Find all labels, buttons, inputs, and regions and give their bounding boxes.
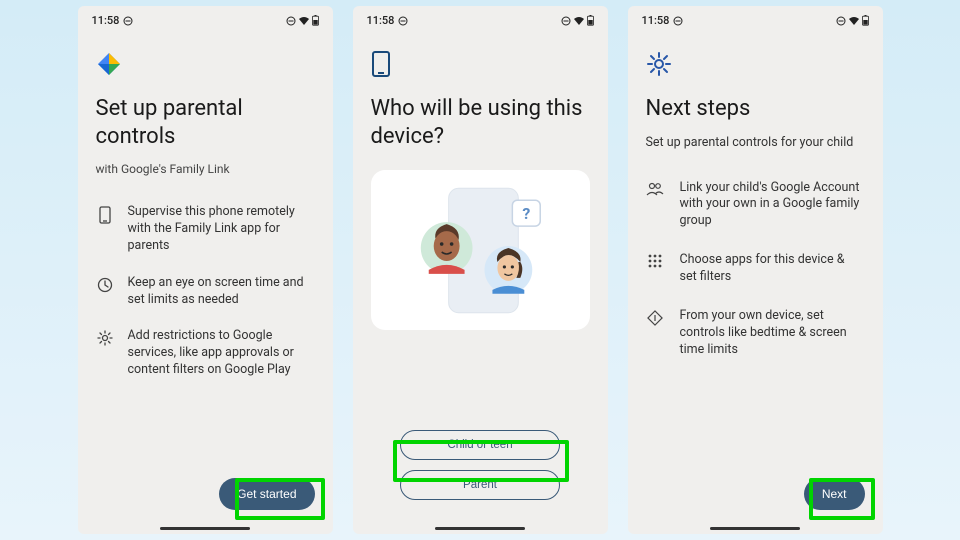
page-title: Set up parental controls xyxy=(96,95,315,150)
page-title: Who will be using this device? xyxy=(371,95,590,150)
step-row-link-account: Link your child's Google Account with yo… xyxy=(646,180,865,231)
page-title: Next steps xyxy=(646,95,865,123)
page-subtitle: with Google's Family Link xyxy=(96,162,315,176)
feature-text: Add restrictions to Google services, lik… xyxy=(128,328,315,379)
phone-screen-1: 11:58 Set up parental controls with Goog… xyxy=(78,6,333,534)
minus-icon xyxy=(836,16,846,26)
step-row-choose-apps: Choose apps for this device & set filter… xyxy=(646,252,865,286)
wifi-icon xyxy=(573,16,585,26)
family-link-icon xyxy=(96,51,315,77)
status-time: 11:58 xyxy=(92,14,120,27)
status-time: 11:58 xyxy=(642,14,670,27)
feature-row-supervise: Supervise this phone remotely with the F… xyxy=(96,204,315,255)
phone-screen-3: 11:58 Next steps Set up parental control… xyxy=(628,6,883,534)
minus-icon xyxy=(286,16,296,26)
child-or-teen-button[interactable]: Child or teen xyxy=(400,430,560,460)
do-not-disturb-icon xyxy=(398,16,408,26)
step-text: Choose apps for this device & set filter… xyxy=(680,252,865,286)
do-not-disturb-icon xyxy=(123,16,133,26)
svg-text:?: ? xyxy=(522,204,530,223)
feature-row-restrictions: Add restrictions to Google services, lik… xyxy=(96,328,315,379)
battery-icon xyxy=(587,15,594,26)
wifi-icon xyxy=(298,16,310,26)
phone-icon xyxy=(96,204,114,255)
illustration-card: ? xyxy=(371,170,590,330)
page-subtitle: Set up parental controls for your child xyxy=(646,135,865,150)
feature-text: Keep an eye on screen time and set limit… xyxy=(128,275,315,309)
device-icon xyxy=(371,51,590,77)
status-bar: 11:58 xyxy=(78,6,333,31)
battery-icon xyxy=(312,15,319,26)
parent-button[interactable]: Parent xyxy=(400,470,560,500)
controls-icon xyxy=(646,308,664,359)
get-started-button[interactable]: Get started xyxy=(219,478,314,510)
wifi-icon xyxy=(848,16,860,26)
status-bar: 11:58 xyxy=(353,6,608,31)
nav-gesture-bar[interactable] xyxy=(710,527,800,530)
clock-icon xyxy=(96,275,114,309)
feature-text: Supervise this phone remotely with the F… xyxy=(128,204,315,255)
do-not-disturb-icon xyxy=(673,16,683,26)
step-text: From your own device, set controls like … xyxy=(680,308,865,359)
minus-icon xyxy=(561,16,571,26)
battery-icon xyxy=(862,15,869,26)
status-time: 11:58 xyxy=(367,14,395,27)
nav-gesture-bar[interactable] xyxy=(435,527,525,530)
status-bar: 11:58 xyxy=(628,6,883,31)
gear-icon xyxy=(646,51,865,77)
people-icon xyxy=(646,180,664,231)
nav-gesture-bar[interactable] xyxy=(160,527,250,530)
feature-row-screentime: Keep an eye on screen time and set limit… xyxy=(96,275,315,309)
gear-icon xyxy=(96,328,114,379)
next-button[interactable]: Next xyxy=(804,478,865,510)
step-row-set-controls: From your own device, set controls like … xyxy=(646,308,865,359)
step-text: Link your child's Google Account with yo… xyxy=(680,180,865,231)
phone-screen-2: 11:58 Who will be using this device? ? xyxy=(353,6,608,534)
apps-grid-icon xyxy=(646,252,664,286)
